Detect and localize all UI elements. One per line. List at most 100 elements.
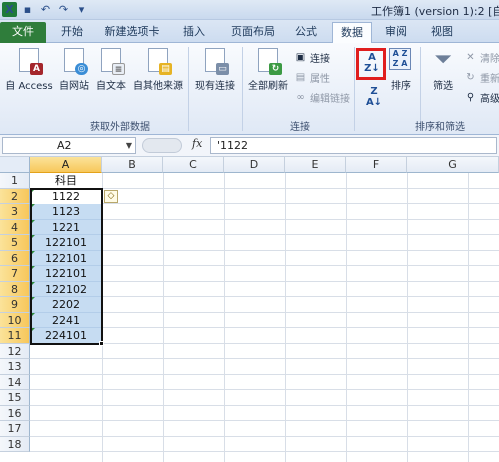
ribbon-data: A 自 Access ◎ 自网站 ≡ 自文本 ▤ 自其他来源 ▭ 现有连接 获取…	[0, 43, 499, 135]
group-label-external-data: 获取外部数据	[90, 122, 150, 133]
column-header-g[interactable]: G	[407, 157, 499, 173]
row-header[interactable]: 4	[0, 219, 30, 235]
row-header[interactable]: 13	[0, 359, 30, 375]
column-header-f[interactable]: F	[346, 157, 407, 173]
text-number-flag-icon	[30, 328, 35, 333]
table-cell[interactable]: 122102	[30, 281, 102, 297]
row-header[interactable]: 15	[0, 390, 30, 406]
row-header[interactable]: 10	[0, 312, 30, 328]
properties-icon: ▤	[295, 72, 306, 83]
from-other-sources-button[interactable]: ▤ 自其他来源	[131, 48, 185, 92]
refresh-all-button[interactable]: ↻ 全部刷新	[246, 48, 290, 92]
column-header-b[interactable]: B	[102, 157, 163, 173]
row-header[interactable]: 14	[0, 374, 30, 390]
table-cell[interactable]: 122101	[30, 266, 102, 282]
error-warning-icon[interactable]: ◇	[104, 190, 118, 203]
web-icon: ◎	[62, 48, 88, 75]
tab-formulas[interactable]: 公式	[288, 22, 324, 43]
text-number-flag-icon	[30, 204, 35, 209]
advanced-filter-button[interactable]: ⚲ 高级	[464, 90, 499, 105]
from-access-button[interactable]: A 自 Access	[4, 48, 54, 92]
table-cell[interactable]: 1122	[30, 188, 102, 204]
connections-icon: ▣	[295, 52, 306, 63]
formula-bar: A2 ▼ fx '1122	[0, 135, 499, 157]
save-icon[interactable]: ▪	[20, 2, 35, 17]
undo-icon[interactable]: ↶	[38, 2, 53, 17]
row-header[interactable]: 6	[0, 250, 30, 266]
column-header-a[interactable]: A	[30, 157, 102, 173]
column-header-c[interactable]: C	[163, 157, 224, 173]
worksheet-grid[interactable]: A B C D E F G 1 2 3 4 5 6 7 8 9 10 11 12 13 14 15 16 17 1…	[0, 157, 499, 462]
table-cell[interactable]: 122101	[30, 235, 102, 251]
table-cell[interactable]: 2202	[30, 297, 102, 313]
fx-icon[interactable]: fx	[192, 137, 202, 150]
text-number-flag-icon	[30, 281, 35, 287]
ribbon-tabs: 文件 开始 新建选项卡 插入 页面布局 公式 数据 审阅 视图	[0, 20, 499, 44]
filter-button[interactable]: ⏷ 筛选	[428, 48, 458, 93]
row-header[interactable]: 9	[0, 297, 30, 313]
fill-handle[interactable]	[99, 341, 104, 346]
text-file-icon: ≡	[99, 48, 125, 75]
row-header[interactable]: 7	[0, 266, 30, 282]
select-all-corner[interactable]	[0, 157, 30, 173]
tab-new[interactable]: 新建选项卡	[96, 22, 168, 43]
advanced-filter-icon: ⚲	[466, 92, 475, 103]
row-header[interactable]: 3	[0, 204, 30, 220]
excel-logo-icon[interactable]: X	[2, 2, 17, 17]
row-header[interactable]: 17	[0, 421, 30, 437]
sort-button[interactable]: A ZZ A 排序	[388, 48, 414, 92]
header-cell[interactable]: 科目	[30, 173, 102, 189]
row-header[interactable]: 11	[0, 328, 30, 344]
redo-icon[interactable]: ↷	[56, 2, 71, 17]
table-cell[interactable]: 122101	[30, 250, 102, 266]
tab-page-layout[interactable]: 页面布局	[222, 22, 284, 43]
formula-input[interactable]: '1122	[210, 137, 497, 154]
link-icon: ∞	[296, 92, 305, 103]
row-header[interactable]: 2	[0, 188, 30, 204]
table-cell[interactable]: 224101	[30, 328, 102, 344]
text-number-flag-icon	[30, 297, 35, 302]
column-header-e[interactable]: E	[285, 157, 346, 173]
chevron-down-icon[interactable]: ▼	[126, 138, 132, 153]
other-sources-icon: ▤	[146, 48, 172, 75]
clear-filter-icon: ✕	[466, 52, 475, 63]
sort-za-icon: Z A↓	[365, 86, 383, 108]
row-header[interactable]: 18	[0, 436, 30, 452]
clear-filter-button[interactable]: ✕ 清除	[464, 50, 499, 65]
text-number-flag-icon	[30, 188, 35, 194]
tab-home[interactable]: 开始	[54, 22, 90, 43]
existing-connections-button[interactable]: ▭ 现有连接	[192, 48, 238, 92]
text-number-flag-icon	[30, 219, 35, 225]
tab-insert[interactable]: 插入	[176, 22, 212, 43]
name-box[interactable]: A2 ▼	[2, 137, 136, 154]
table-cell[interactable]: 2241	[30, 312, 102, 328]
reapply-icon: ↻	[466, 72, 475, 83]
from-web-button[interactable]: ◎ 自网站	[56, 48, 92, 92]
tab-review[interactable]: 审阅	[378, 22, 414, 43]
reapply-button[interactable]: ↻ 重新	[464, 70, 499, 85]
row-header[interactable]: 1	[0, 173, 30, 189]
connections-button[interactable]: ▣ 连接	[294, 50, 330, 65]
from-text-button[interactable]: ≡ 自文本	[93, 48, 129, 92]
table-cell[interactable]: 1123	[30, 204, 102, 220]
sort-descending-button[interactable]: Z A↓	[363, 86, 385, 108]
tab-file[interactable]: 文件	[0, 22, 46, 43]
properties-button[interactable]: ▤ 属性	[294, 70, 330, 85]
sort-highlight-box	[356, 48, 386, 80]
tab-data[interactable]: 数据	[332, 22, 372, 44]
table-cell[interactable]: 1221	[30, 219, 102, 235]
access-icon: A	[17, 48, 43, 75]
tab-view[interactable]: 视图	[424, 22, 460, 43]
sort-dialog-icon: A ZZ A	[389, 48, 413, 74]
row-header[interactable]: 12	[0, 343, 30, 359]
existing-connections-icon: ▭	[203, 48, 229, 75]
row-header[interactable]: 16	[0, 405, 30, 421]
row-header[interactable]: 8	[0, 281, 30, 297]
row-header[interactable]: 5	[0, 235, 30, 251]
column-header-d[interactable]: D	[224, 157, 285, 173]
edit-links-button[interactable]: ∞ 编辑链接	[294, 90, 350, 105]
customize-icon[interactable]: ▾	[74, 2, 89, 17]
text-number-flag-icon	[30, 235, 35, 240]
text-number-flag-icon	[30, 312, 35, 318]
window-title: 工作簿1 (version 1):2 [自动	[371, 5, 499, 18]
